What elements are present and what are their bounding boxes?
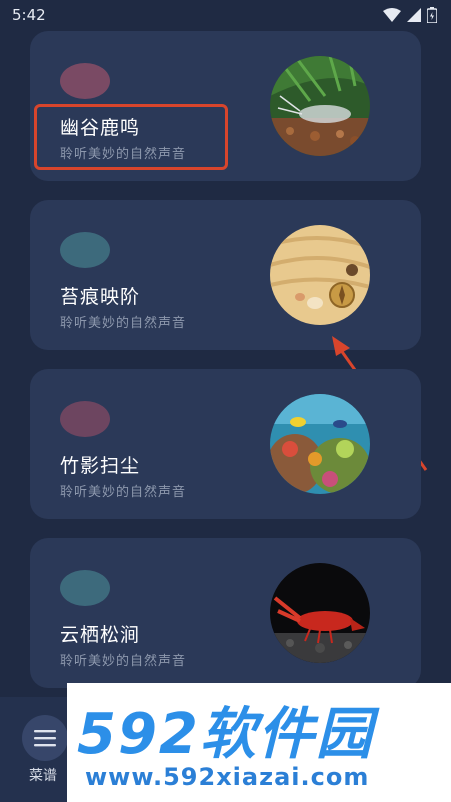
menu-label: 菜谱 [29, 768, 57, 784]
wifi-icon [383, 8, 401, 22]
card-title: 竹影扫尘 [60, 455, 141, 477]
card-subtitle: 聆听美妙的自然声音 [60, 485, 187, 500]
status-time: 5:42 [12, 6, 46, 24]
hamburger-menu-icon [34, 730, 56, 747]
sand-shell-image [270, 225, 370, 325]
watermark-logo: 592软件园 www.592xiazai.com [67, 683, 451, 802]
card-subtitle: 聆听美妙的自然声音 [60, 316, 187, 331]
card-accent-dot [60, 401, 110, 437]
coral-reef-image [270, 394, 370, 494]
battery-icon [427, 7, 437, 23]
annotation-highlight-box [34, 104, 228, 170]
card-title: 苔痕映阶 [60, 286, 141, 308]
status-icons [383, 7, 437, 23]
card-accent-dot [60, 570, 110, 606]
crayfish-image [270, 563, 370, 663]
sound-card-4[interactable]: 云栖松涧 聆听美妙的自然声音 [30, 538, 421, 688]
shrimp-image [270, 56, 370, 156]
card-accent-dot [60, 232, 110, 268]
card-title: 云栖松涧 [60, 624, 141, 646]
watermark-brand: 592软件园 [77, 702, 374, 767]
card-accent-dot [60, 63, 110, 99]
sound-card-2[interactable]: 苔痕映阶 聆听美妙的自然声音 [30, 200, 421, 350]
watermark-url: www.592xiazai.com [85, 763, 370, 791]
signal-icon [407, 8, 421, 22]
card-subtitle: 聆听美妙的自然声音 [60, 654, 187, 669]
menu-button[interactable] [22, 715, 68, 761]
status-bar: 5:42 [0, 0, 451, 30]
sound-card-3[interactable]: 竹影扫尘 聆听美妙的自然声音 [30, 369, 421, 519]
